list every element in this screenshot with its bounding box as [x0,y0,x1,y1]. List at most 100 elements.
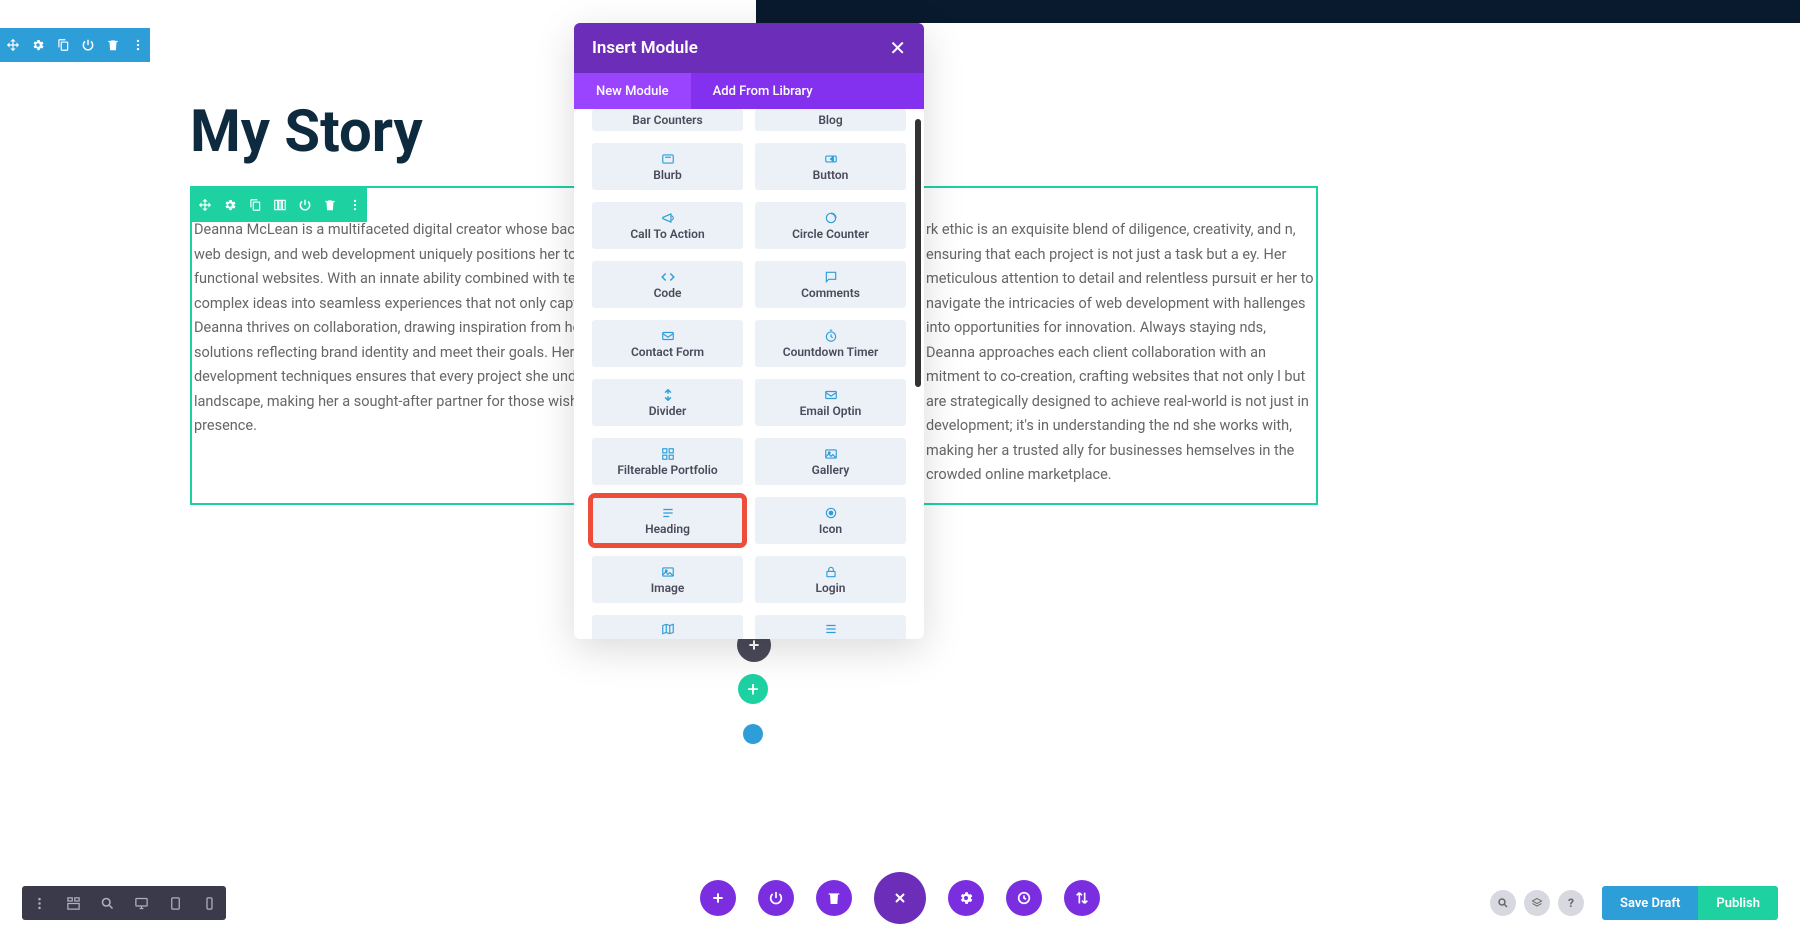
gear-icon[interactable] [217,188,242,222]
module-label: Code [654,286,682,300]
comments-icon [824,270,838,284]
module-label: Countdown Timer [783,345,879,359]
close-main-button[interactable] [874,872,926,924]
megaphone-icon [661,211,675,225]
envelope-icon [661,329,675,343]
module-menu-partial[interactable] [755,615,906,639]
help-icon[interactable]: ? [1558,890,1584,916]
timer-icon [824,329,838,343]
module-label: Icon [819,522,842,536]
module-image[interactable]: Image [592,556,743,603]
swap-icon[interactable] [1064,880,1100,916]
duplicate-icon[interactable] [242,188,267,222]
grid-icon [661,447,675,461]
gear-icon[interactable] [948,880,984,916]
module-label: Bar Counters [632,113,702,127]
module-label: Call To Action [630,227,704,241]
modal-title: Insert Module [592,38,698,58]
columns-icon[interactable] [267,188,292,222]
gear-icon[interactable] [25,28,50,62]
module-bar-counters[interactable]: Bar Counters [592,109,743,131]
module-divider[interactable]: Divider [592,379,743,426]
duplicate-icon[interactable] [50,28,75,62]
module-code[interactable]: Code [592,261,743,308]
module-call-to-action[interactable]: Call To Action [592,202,743,249]
publish-button[interactable]: Publish [1698,886,1778,920]
add-button[interactable] [700,880,736,916]
tablet-icon[interactable] [158,886,192,920]
icon-icon [824,506,838,520]
modal-header: Insert Module ✕ [574,23,924,73]
button-icon [824,152,838,166]
save-draft-button[interactable]: Save Draft [1602,886,1698,920]
email-optin-icon [824,388,838,402]
module-email-optin[interactable]: Email Optin [755,379,906,426]
zoom-icon[interactable] [90,886,124,920]
map-icon [661,622,675,636]
lock-icon [824,565,838,579]
module-gallery[interactable]: Gallery [755,438,906,485]
wireframe-icon[interactable] [56,886,90,920]
module-map-partial[interactable] [592,615,743,639]
trash-icon[interactable] [317,188,342,222]
module-countdown-timer[interactable]: Countdown Timer [755,320,906,367]
trash-icon[interactable] [816,880,852,916]
power-icon[interactable] [758,880,794,916]
module-filterable-portfolio[interactable]: Filterable Portfolio [592,438,743,485]
menu-icon [824,622,838,636]
module-label: Circle Counter [792,227,869,241]
section-toolbar [0,28,150,62]
power-icon[interactable] [292,188,317,222]
module-label: Blurb [653,168,682,182]
module-toolbar [192,188,367,222]
trash-icon[interactable] [100,28,125,62]
more-icon[interactable] [342,188,367,222]
close-icon[interactable]: ✕ [889,36,906,60]
module-label: Login [816,581,846,595]
module-heading[interactable]: Heading [592,497,743,544]
power-icon[interactable] [75,28,100,62]
gallery-icon [824,447,838,461]
bottom-right-toolbar: ? Save Draft Publish [1490,886,1778,920]
mobile-icon[interactable] [192,886,226,920]
module-blurb[interactable]: Blurb [592,143,743,190]
module-login[interactable]: Login [755,556,906,603]
divider-icon [661,388,675,402]
module-button[interactable]: Button [755,143,906,190]
history-icon[interactable] [1006,880,1042,916]
bottom-center-toolbar [700,872,1100,924]
section-pill[interactable] [743,724,763,744]
search-icon[interactable] [1490,890,1516,916]
add-row-button[interactable]: + [738,674,768,704]
module-label: Image [651,581,685,595]
module-label: Filterable Portfolio [617,463,717,477]
scrollbar[interactable] [915,119,921,387]
module-icon[interactable]: Icon [755,497,906,544]
layers-icon[interactable] [1524,890,1550,916]
module-label: Contact Form [631,345,704,359]
module-comments[interactable]: Comments [755,261,906,308]
page-title: My Story [190,98,423,166]
code-icon [661,270,675,284]
module-label: Button [813,168,849,182]
blurb-icon [661,152,675,166]
tab-add-from-library[interactable]: Add From Library [691,73,835,109]
image-icon [661,565,675,579]
module-blog[interactable]: Blog [755,109,906,131]
more-icon[interactable] [22,886,56,920]
module-contact-form[interactable]: Contact Form [592,320,743,367]
circle-counter-icon [824,211,838,225]
bottom-left-toolbar [22,886,226,920]
move-icon[interactable] [192,188,217,222]
module-label: Gallery [812,463,850,477]
module-circle-counter[interactable]: Circle Counter [755,202,906,249]
insert-module-modal: Insert Module ✕ New Module Add From Libr… [574,23,924,639]
heading-icon [661,506,675,520]
move-icon[interactable] [0,28,25,62]
desktop-icon[interactable] [124,886,158,920]
tab-new-module[interactable]: New Module [574,73,691,109]
more-icon[interactable] [125,28,150,62]
modal-body: Bar Counters Blog Blurb Button Call To A… [574,109,924,639]
module-label: Blog [818,113,842,127]
text-column-right: rk ethic is an exquisite blend of dilige… [926,218,1318,488]
